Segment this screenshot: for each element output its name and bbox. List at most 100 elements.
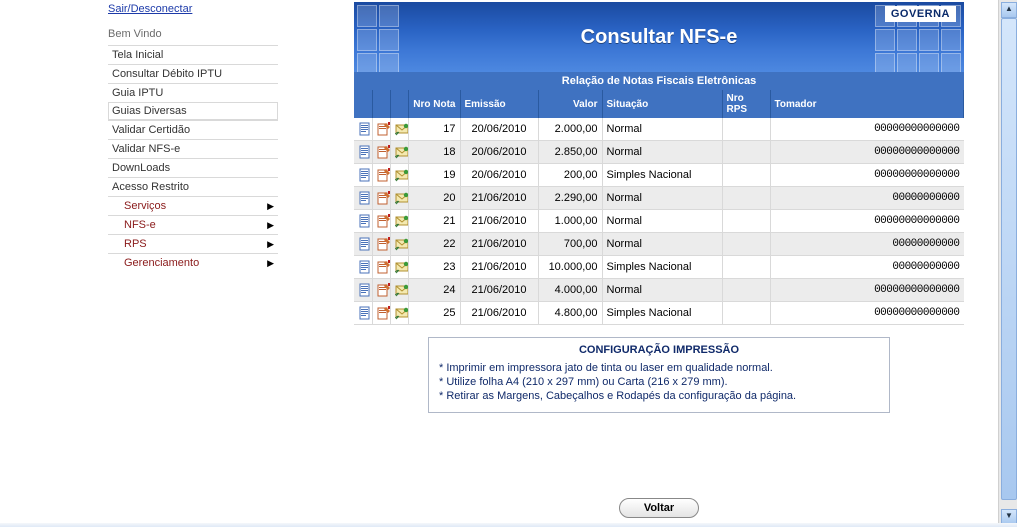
view-document-icon[interactable] (358, 283, 372, 297)
view-document-icon[interactable] (358, 214, 372, 228)
edit-document-icon[interactable] (377, 145, 391, 159)
send-mail-icon[interactable] (395, 283, 409, 297)
row-action-cell[interactable] (354, 187, 372, 210)
page-title: Consultar NFS-e (581, 26, 738, 49)
sidebar-subitem-label: Gerenciamento (124, 257, 199, 269)
row-action-cell[interactable] (390, 118, 408, 141)
view-document-icon[interactable] (358, 237, 372, 251)
emissao-cell: 21/06/2010 (460, 279, 538, 302)
view-document-icon[interactable] (358, 145, 372, 159)
row-action-cell[interactable] (354, 164, 372, 187)
valor-cell: 2.290,00 (538, 187, 602, 210)
row-action-cell[interactable] (354, 118, 372, 141)
col-header: Emissão (460, 90, 538, 118)
sidebar-item[interactable]: Validar Certidão (108, 120, 278, 139)
notas-table: Nro NotaEmissãoValorSituaçãoNro RPSTomad… (354, 90, 964, 325)
sidebar-item[interactable]: Acesso Restrito (108, 177, 278, 196)
tomador-cell: 00000000000000 (770, 141, 964, 164)
tomador-cell: 00000000000000 (770, 118, 964, 141)
row-action-cell[interactable] (372, 302, 390, 325)
nro-nota-cell: 23 (408, 256, 460, 279)
view-document-icon[interactable] (358, 260, 372, 274)
rps-cell (722, 233, 770, 256)
edit-document-icon[interactable] (377, 168, 391, 182)
view-document-icon[interactable] (358, 306, 372, 320)
valor-cell: 700,00 (538, 233, 602, 256)
row-action-cell[interactable] (390, 210, 408, 233)
col-header (390, 90, 408, 118)
sidebar-subitem[interactable]: NFS-e▶ (108, 215, 278, 234)
row-action-cell[interactable] (390, 187, 408, 210)
edit-document-icon[interactable] (377, 283, 391, 297)
sidebar-subitem[interactable]: RPS▶ (108, 234, 278, 253)
row-action-cell[interactable] (390, 233, 408, 256)
row-action-cell[interactable] (354, 141, 372, 164)
situacao-cell: Simples Nacional (602, 164, 722, 187)
table-row: 1720/06/20102.000,00Normal00000000000000 (354, 118, 964, 141)
vertical-scrollbar[interactable]: ▲ ▼ (998, 0, 1017, 527)
rps-cell (722, 302, 770, 325)
edit-document-icon[interactable] (377, 237, 391, 251)
edit-document-icon[interactable] (377, 306, 391, 320)
view-document-icon[interactable] (358, 191, 372, 205)
situacao-cell: Normal (602, 141, 722, 164)
send-mail-icon[interactable] (395, 237, 409, 251)
row-action-cell[interactable] (390, 302, 408, 325)
edit-document-icon[interactable] (377, 214, 391, 228)
logout-link[interactable]: Sair/Desconectar (108, 0, 278, 25)
row-action-cell[interactable] (372, 210, 390, 233)
row-action-cell[interactable] (372, 118, 390, 141)
sidebar-subitem-label: Serviços (124, 200, 166, 212)
edit-document-icon[interactable] (377, 260, 391, 274)
nro-nota-cell: 21 (408, 210, 460, 233)
row-action-cell[interactable] (372, 233, 390, 256)
emissao-cell: 20/06/2010 (460, 118, 538, 141)
emissao-cell: 20/06/2010 (460, 164, 538, 187)
row-action-cell[interactable] (372, 279, 390, 302)
sidebar-item[interactable]: Guia IPTU (108, 83, 278, 102)
send-mail-icon[interactable] (395, 122, 409, 136)
sidebar-item[interactable]: DownLoads (108, 158, 278, 177)
situacao-cell: Normal (602, 118, 722, 141)
view-document-icon[interactable] (358, 122, 372, 136)
scroll-up-icon[interactable]: ▲ (1001, 2, 1017, 18)
send-mail-icon[interactable] (395, 145, 409, 159)
row-action-cell[interactable] (372, 256, 390, 279)
edit-document-icon[interactable] (377, 122, 391, 136)
sidebar-item[interactable]: Validar NFS-e (108, 139, 278, 158)
row-action-cell[interactable] (354, 279, 372, 302)
col-header (372, 90, 390, 118)
rps-cell (722, 187, 770, 210)
bottom-strip (0, 523, 1017, 527)
row-action-cell[interactable] (390, 141, 408, 164)
sidebar-subitem[interactable]: Serviços▶ (108, 196, 278, 215)
row-action-cell[interactable] (390, 256, 408, 279)
row-action-cell[interactable] (372, 164, 390, 187)
sidebar-item[interactable]: Consultar Débito IPTU (108, 64, 278, 83)
send-mail-icon[interactable] (395, 260, 409, 274)
back-button[interactable]: Voltar (619, 498, 699, 518)
valor-cell: 10.000,00 (538, 256, 602, 279)
send-mail-icon[interactable] (395, 306, 409, 320)
send-mail-icon[interactable] (395, 214, 409, 228)
row-action-cell[interactable] (372, 141, 390, 164)
row-action-cell[interactable] (354, 256, 372, 279)
row-action-cell[interactable] (354, 233, 372, 256)
sidebar-item[interactable]: Guias Diversas (108, 102, 278, 120)
sidebar-subitem[interactable]: Gerenciamento▶ (108, 253, 278, 272)
row-action-cell[interactable] (390, 279, 408, 302)
send-mail-icon[interactable] (395, 168, 409, 182)
row-action-cell[interactable] (390, 164, 408, 187)
edit-document-icon[interactable] (377, 191, 391, 205)
col-header: Tomador (770, 90, 964, 118)
sidebar-item[interactable]: Tela Inicial (108, 45, 278, 64)
row-action-cell[interactable] (354, 210, 372, 233)
table-subheader: Relação de Notas Fiscais Eletrônicas (354, 72, 964, 90)
row-action-cell[interactable] (354, 302, 372, 325)
scroll-thumb[interactable] (1001, 18, 1017, 500)
send-mail-icon[interactable] (395, 191, 409, 205)
table-row: 2321/06/201010.000,00Simples Nacional000… (354, 256, 964, 279)
row-action-cell[interactable] (372, 187, 390, 210)
view-document-icon[interactable] (358, 168, 372, 182)
table-row: 1920/06/2010200,00Simples Nacional000000… (354, 164, 964, 187)
